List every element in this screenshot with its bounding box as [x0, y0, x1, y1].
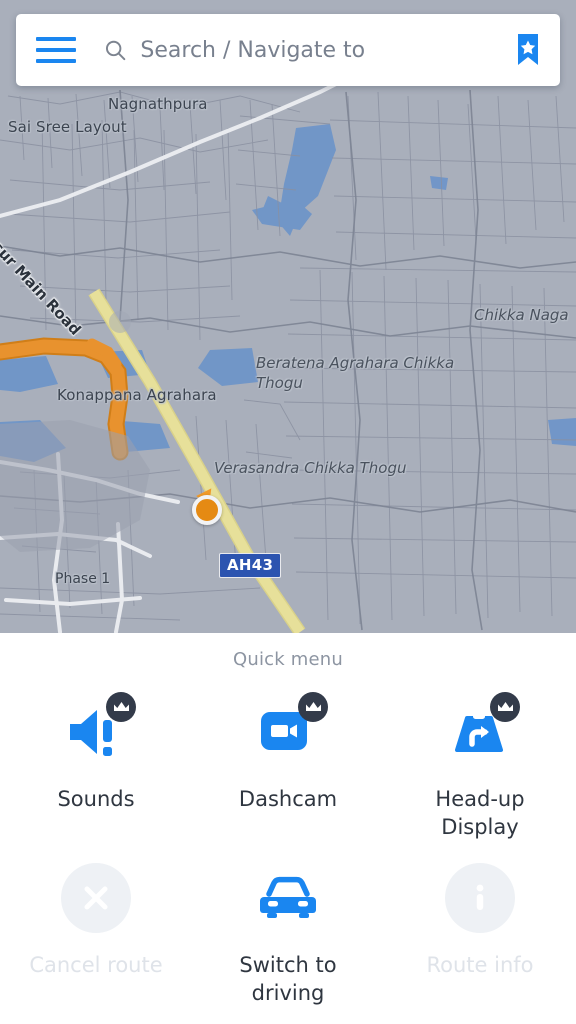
quick-menu-label-dashcam: Dashcam [238, 787, 338, 811]
quick-menu-item-sounds[interactable]: Sounds [0, 692, 192, 842]
close-x-icon [84, 886, 108, 910]
map-vector-layer [0, 70, 576, 633]
quick-menu-row-1: Sounds Dashcam Head-up Display [0, 692, 576, 842]
quick-menu-item-route-info[interactable]: Route info [384, 858, 576, 1008]
switch-to-driving-icon-wrapper [246, 858, 330, 938]
crown-icon [305, 702, 321, 711]
quick-menu-row-2: Cancel route Switch to driving Route inf… [0, 858, 576, 1008]
sounds-icon-wrapper [54, 692, 138, 772]
map-landuse-area-2 [109, 311, 131, 333]
bookmark-star-icon[interactable] [514, 32, 542, 68]
cancel-route-disc [61, 862, 131, 933]
crown-icon [113, 702, 129, 711]
quick-menu-item-dashcam[interactable]: Dashcam [192, 692, 384, 842]
search-input[interactable] [127, 37, 514, 63]
quick-menu-label-head-up-display: Head-up Display [435, 787, 525, 839]
head-up-display-icon-wrapper [438, 692, 522, 772]
hamburger-menu-icon[interactable] [36, 37, 76, 63]
quick-menu-label-cancel-route: Cancel route [29, 952, 163, 977]
route-info-disc [445, 862, 515, 933]
premium-crown-badge [298, 692, 328, 722]
premium-crown-badge [490, 692, 520, 722]
cancel-route-icon-wrapper [54, 858, 138, 938]
car-icon [260, 876, 316, 918]
search-icon [105, 40, 126, 61]
crown-icon [497, 702, 513, 711]
map-landuse-area [0, 420, 150, 552]
quick-menu-title: Quick menu [232, 649, 344, 670]
quick-menu-panel: Quick menu Sounds Dashcam Head-up Displa… [0, 633, 576, 1024]
search-bar [16, 14, 560, 86]
highway-shield-ah43: AH43 [219, 553, 282, 578]
quick-menu-label-switch-to-driving: Switch to driving [239, 952, 337, 1005]
route-info-icon-wrapper [438, 858, 522, 938]
quick-menu-item-switch-to-driving[interactable]: Switch to driving [192, 858, 384, 1008]
quick-menu-item-cancel-route[interactable]: Cancel route [0, 858, 192, 1008]
map-canvas[interactable]: Nagnathpura Sai Sree Layout Chikka Naga … [0, 0, 576, 633]
map-water-features [0, 124, 576, 462]
gps-location-marker [192, 495, 222, 525]
quick-menu-label-sounds: Sounds [57, 787, 135, 811]
quick-menu-label-route-info: Route info [426, 952, 534, 977]
search-field-group[interactable] [76, 37, 514, 63]
quick-menu-item-head-up-display[interactable]: Head-up Display [384, 692, 576, 842]
premium-crown-badge [106, 692, 136, 722]
info-icon [476, 884, 484, 910]
dashcam-icon-wrapper [246, 692, 330, 772]
navigation-app-screen: Nagnathpura Sai Sree Layout Chikka Naga … [0, 0, 576, 1024]
